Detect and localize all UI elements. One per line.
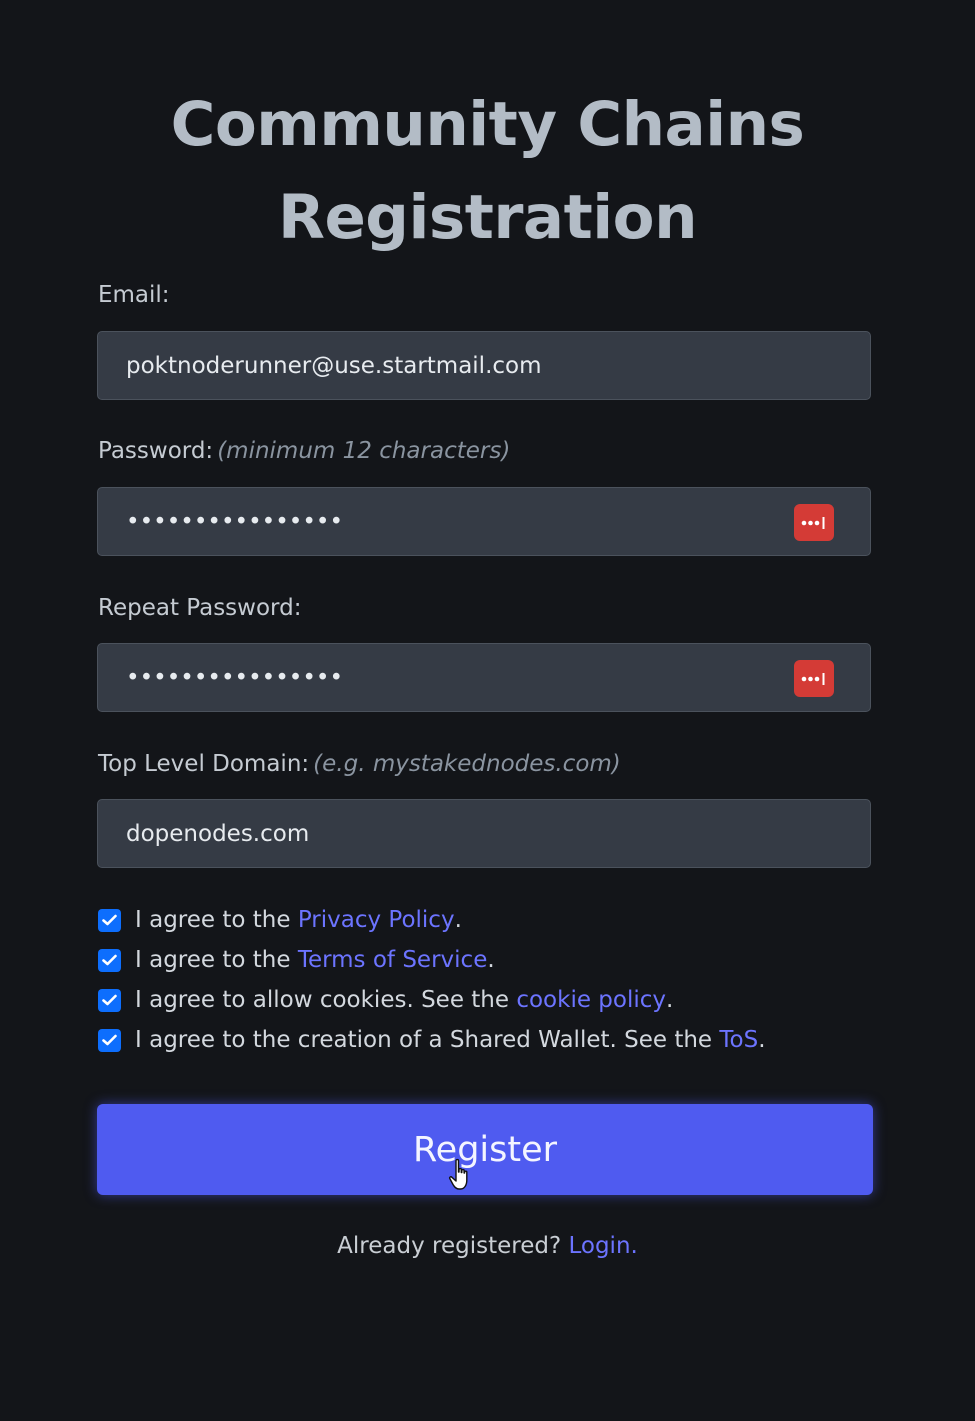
login-link[interactable]: Login. [568,1233,637,1259]
agreement-wallet-checkbox[interactable] [98,1028,121,1052]
agreement-privacy-row: I agree to the Privacy Policy. [98,905,462,935]
password-hint: (minimum 12 characters) [217,438,511,464]
registration-page: Community Chains Registration Email: Pas… [0,0,975,1421]
page-title: Community Chains Registration [0,78,975,264]
domain-label: Top Level Domain: (e.g. mystakednodes.com… [98,749,621,779]
email-label-text: Email: [98,282,170,308]
privacy-policy-link[interactable]: Privacy Policy [298,907,455,933]
password-manager-icon[interactable] [794,660,834,697]
domain-hint: (e.g. mystakednodes.com) [313,751,621,777]
agreement-terms-checkbox[interactable] [98,948,121,972]
password-manager-icon[interactable] [794,504,834,541]
checkmark-icon [102,914,117,926]
agreement-terms-row: I agree to the Terms of Service. [98,945,495,975]
repeat-password-label-text: Repeat Password: [98,595,302,621]
email-field-box [97,331,871,400]
checkmark-icon [102,954,117,966]
password-label: Password: (minimum 12 characters) [98,436,510,466]
page-title-line1: Community Chains [170,89,805,160]
agreement-terms-suffix: . [487,947,495,973]
password-field-box [97,487,871,556]
terms-of-service-link[interactable]: Terms of Service [298,947,488,973]
password-label-text: Password: [98,438,214,464]
domain-label-text: Top Level Domain: [98,751,310,777]
agreement-cookies-row: I agree to allow cookies. See the cookie… [98,985,673,1015]
agreement-terms-text: I agree to the [135,947,298,973]
repeat-password-label: Repeat Password: [98,593,301,623]
domain-field-box [97,799,871,868]
repeat-password-field-box [97,643,871,712]
password-field[interactable] [126,488,766,555]
agreement-privacy-checkbox[interactable] [98,908,121,932]
login-prompt-text: Already registered? [337,1233,569,1259]
page-title-line2: Registration [277,182,698,253]
agreement-privacy-suffix: . [454,907,462,933]
agreement-cookies-checkbox[interactable] [98,988,121,1012]
tos-link[interactable]: ToS [719,1027,758,1053]
login-prompt: Already registered? Login. [0,1230,975,1262]
agreement-cookies-text: I agree to allow cookies. See the [135,987,517,1013]
repeat-password-field[interactable] [126,644,766,711]
agreement-privacy-text: I agree to the [135,907,298,933]
agreement-wallet-suffix: . [758,1027,766,1053]
checkmark-icon [102,994,117,1006]
checkmark-icon [102,1034,117,1046]
email-label: Email: [98,280,170,310]
email-field[interactable] [126,332,766,399]
agreement-wallet-row: I agree to the creation of a Shared Wall… [98,1025,766,1055]
domain-field[interactable] [126,800,766,867]
cookie-policy-link[interactable]: cookie policy [516,987,666,1013]
agreement-wallet-text: I agree to the creation of a Shared Wall… [135,1027,720,1053]
agreement-cookies-suffix: . [666,987,674,1013]
register-button[interactable]: Register [97,1104,873,1195]
